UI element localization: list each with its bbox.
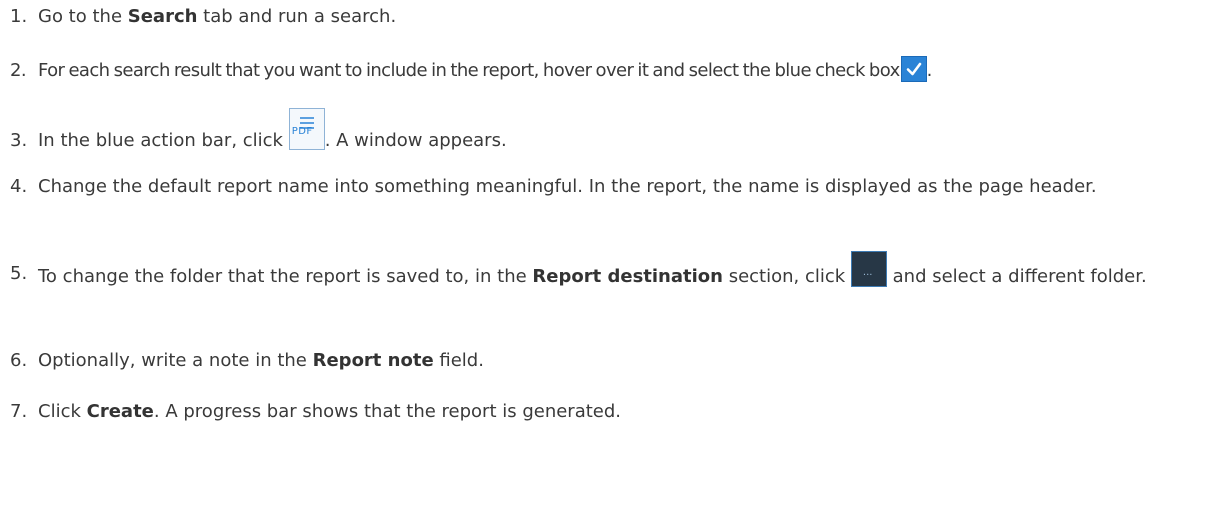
step-text: . [926,60,933,81]
step-text: field. [433,350,484,371]
step-number: 2. [10,60,27,81]
step-text: and select a different folder. [886,266,1147,287]
report-destination-label: Report destination [532,266,723,287]
step-number: 6. [10,350,28,371]
step-number: 1. [10,6,28,27]
step-number: 5. [10,263,28,284]
step-text: . A progress bar shows that the report i… [153,401,622,422]
step-text: Optionally, write a note in the [38,350,313,371]
step-5: 5. To change the folder that the report i… [10,251,1213,295]
step-text: section, click [722,266,851,287]
step-text: . A window appears. [324,130,507,151]
step-1: 1. Go to the Search tab and run a search. [10,2,1213,32]
browse-icon-label: ... [862,267,873,278]
search-tab-label: Search [127,6,198,27]
step-2: 2. For each search result that you want t… [10,56,1213,86]
step-text: For each search result that you want to … [38,60,900,81]
report-note-label: Report note [312,350,434,371]
create-button-label: Create [86,401,154,422]
step-text: tab and run a search. [197,6,397,27]
step-6: 6. Optionally, write a note in the Report… [10,346,1213,376]
step-number: 3. [10,130,28,151]
step-7: 7. Click Create. A progress bar shows tha… [10,397,1213,427]
check-box-icon [900,56,927,82]
step-text: Click [38,401,87,422]
step-text: In the blue action bar, click [38,130,289,151]
step-4: 4. Change the default report name into so… [10,172,1213,202]
step-number: 4. [10,176,28,197]
pdf-icon-label: PDF [291,126,313,137]
step-number: 7. [10,401,28,422]
step-text: Change the default report name into some… [38,176,1097,197]
step-text: To change the folder that the report is … [38,266,533,287]
step-text: Go to the [38,6,128,27]
browse-folder-icon: ... [850,251,887,287]
step-3: 3. In the blue action bar, click PDF . A w… [10,108,1213,162]
pdf-icon: PDF [288,108,325,150]
